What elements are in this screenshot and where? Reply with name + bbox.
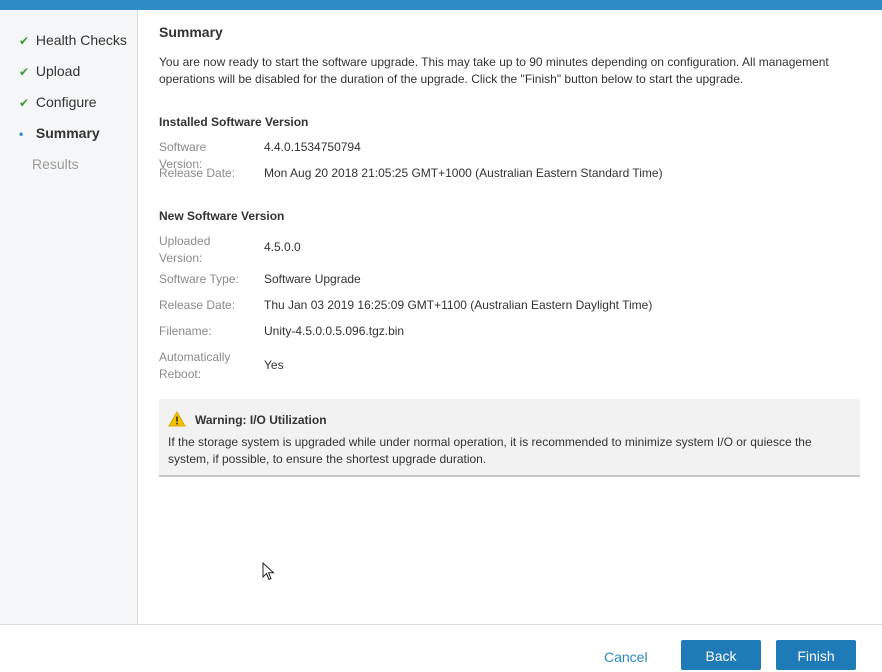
finish-button[interactable]: Finish bbox=[776, 640, 856, 670]
current-step-dot-icon: • bbox=[19, 127, 24, 141]
step-health-checks[interactable]: ✔ Health Checks bbox=[19, 30, 127, 50]
step-summary: • Summary bbox=[19, 123, 100, 143]
mouse-pointer-icon bbox=[262, 562, 275, 581]
step-configure[interactable]: ✔ Configure bbox=[19, 92, 97, 112]
checkmark-icon: ✔ bbox=[19, 96, 30, 110]
page-title: Summary bbox=[159, 24, 223, 40]
installed-release-label: Release Date: bbox=[159, 166, 236, 180]
step-results: Results bbox=[19, 154, 79, 174]
summary-panel: Summary You are now ready to start the s… bbox=[139, 10, 882, 624]
warning-title: Warning: I/O Utilization bbox=[195, 413, 327, 427]
software-type-value: Software Upgrade bbox=[264, 272, 361, 286]
step-label: Health Checks bbox=[35, 32, 127, 48]
wizard-footer: Cancel Back Finish bbox=[0, 624, 882, 670]
step-label: Upload bbox=[35, 63, 81, 79]
software-type-label: Software Type: bbox=[159, 272, 239, 286]
auto-reboot-label: Automatically Reboot: bbox=[159, 350, 231, 381]
checkmark-icon: ✔ bbox=[19, 65, 30, 79]
back-button[interactable]: Back bbox=[681, 640, 761, 670]
window-top-bar bbox=[0, 0, 882, 10]
installed-version-heading: Installed Software Version bbox=[159, 115, 309, 129]
new-version-heading: New Software Version bbox=[159, 209, 285, 223]
auto-reboot-value: Yes bbox=[264, 358, 284, 372]
filename-value: Unity-4.5.0.0.5.096.tgz.bin bbox=[264, 324, 405, 338]
io-warning-box: Warning: I/O Utilization If the storage … bbox=[159, 399, 860, 477]
installed-release-value: Mon Aug 20 2018 21:05:25 GMT+1000 (Austr… bbox=[264, 166, 663, 180]
step-label: Summary bbox=[35, 125, 100, 141]
uploaded-version-value: 4.5.0.0 bbox=[264, 240, 301, 254]
new-release-value: Thu Jan 03 2019 16:25:09 GMT+1100 (Austr… bbox=[264, 298, 653, 312]
step-label: Results bbox=[32, 156, 79, 172]
step-upload[interactable]: ✔ Upload bbox=[19, 61, 80, 81]
intro-text: You are now ready to start the software … bbox=[159, 55, 829, 86]
uploaded-version-label: Uploaded Version: bbox=[159, 234, 211, 265]
installed-version-value: 4.4.0.1534750794 bbox=[264, 140, 361, 154]
new-release-label: Release Date: bbox=[159, 298, 236, 312]
checkmark-icon: ✔ bbox=[19, 34, 30, 48]
warning-text: If the storage system is upgraded while … bbox=[168, 435, 812, 466]
wizard-steps-sidebar: ✔ Health Checks ✔ Upload ✔ Configure • S… bbox=[0, 10, 138, 624]
step-label: Configure bbox=[35, 94, 97, 110]
filename-label: Filename: bbox=[159, 324, 212, 338]
warning-triangle-icon bbox=[168, 411, 186, 427]
